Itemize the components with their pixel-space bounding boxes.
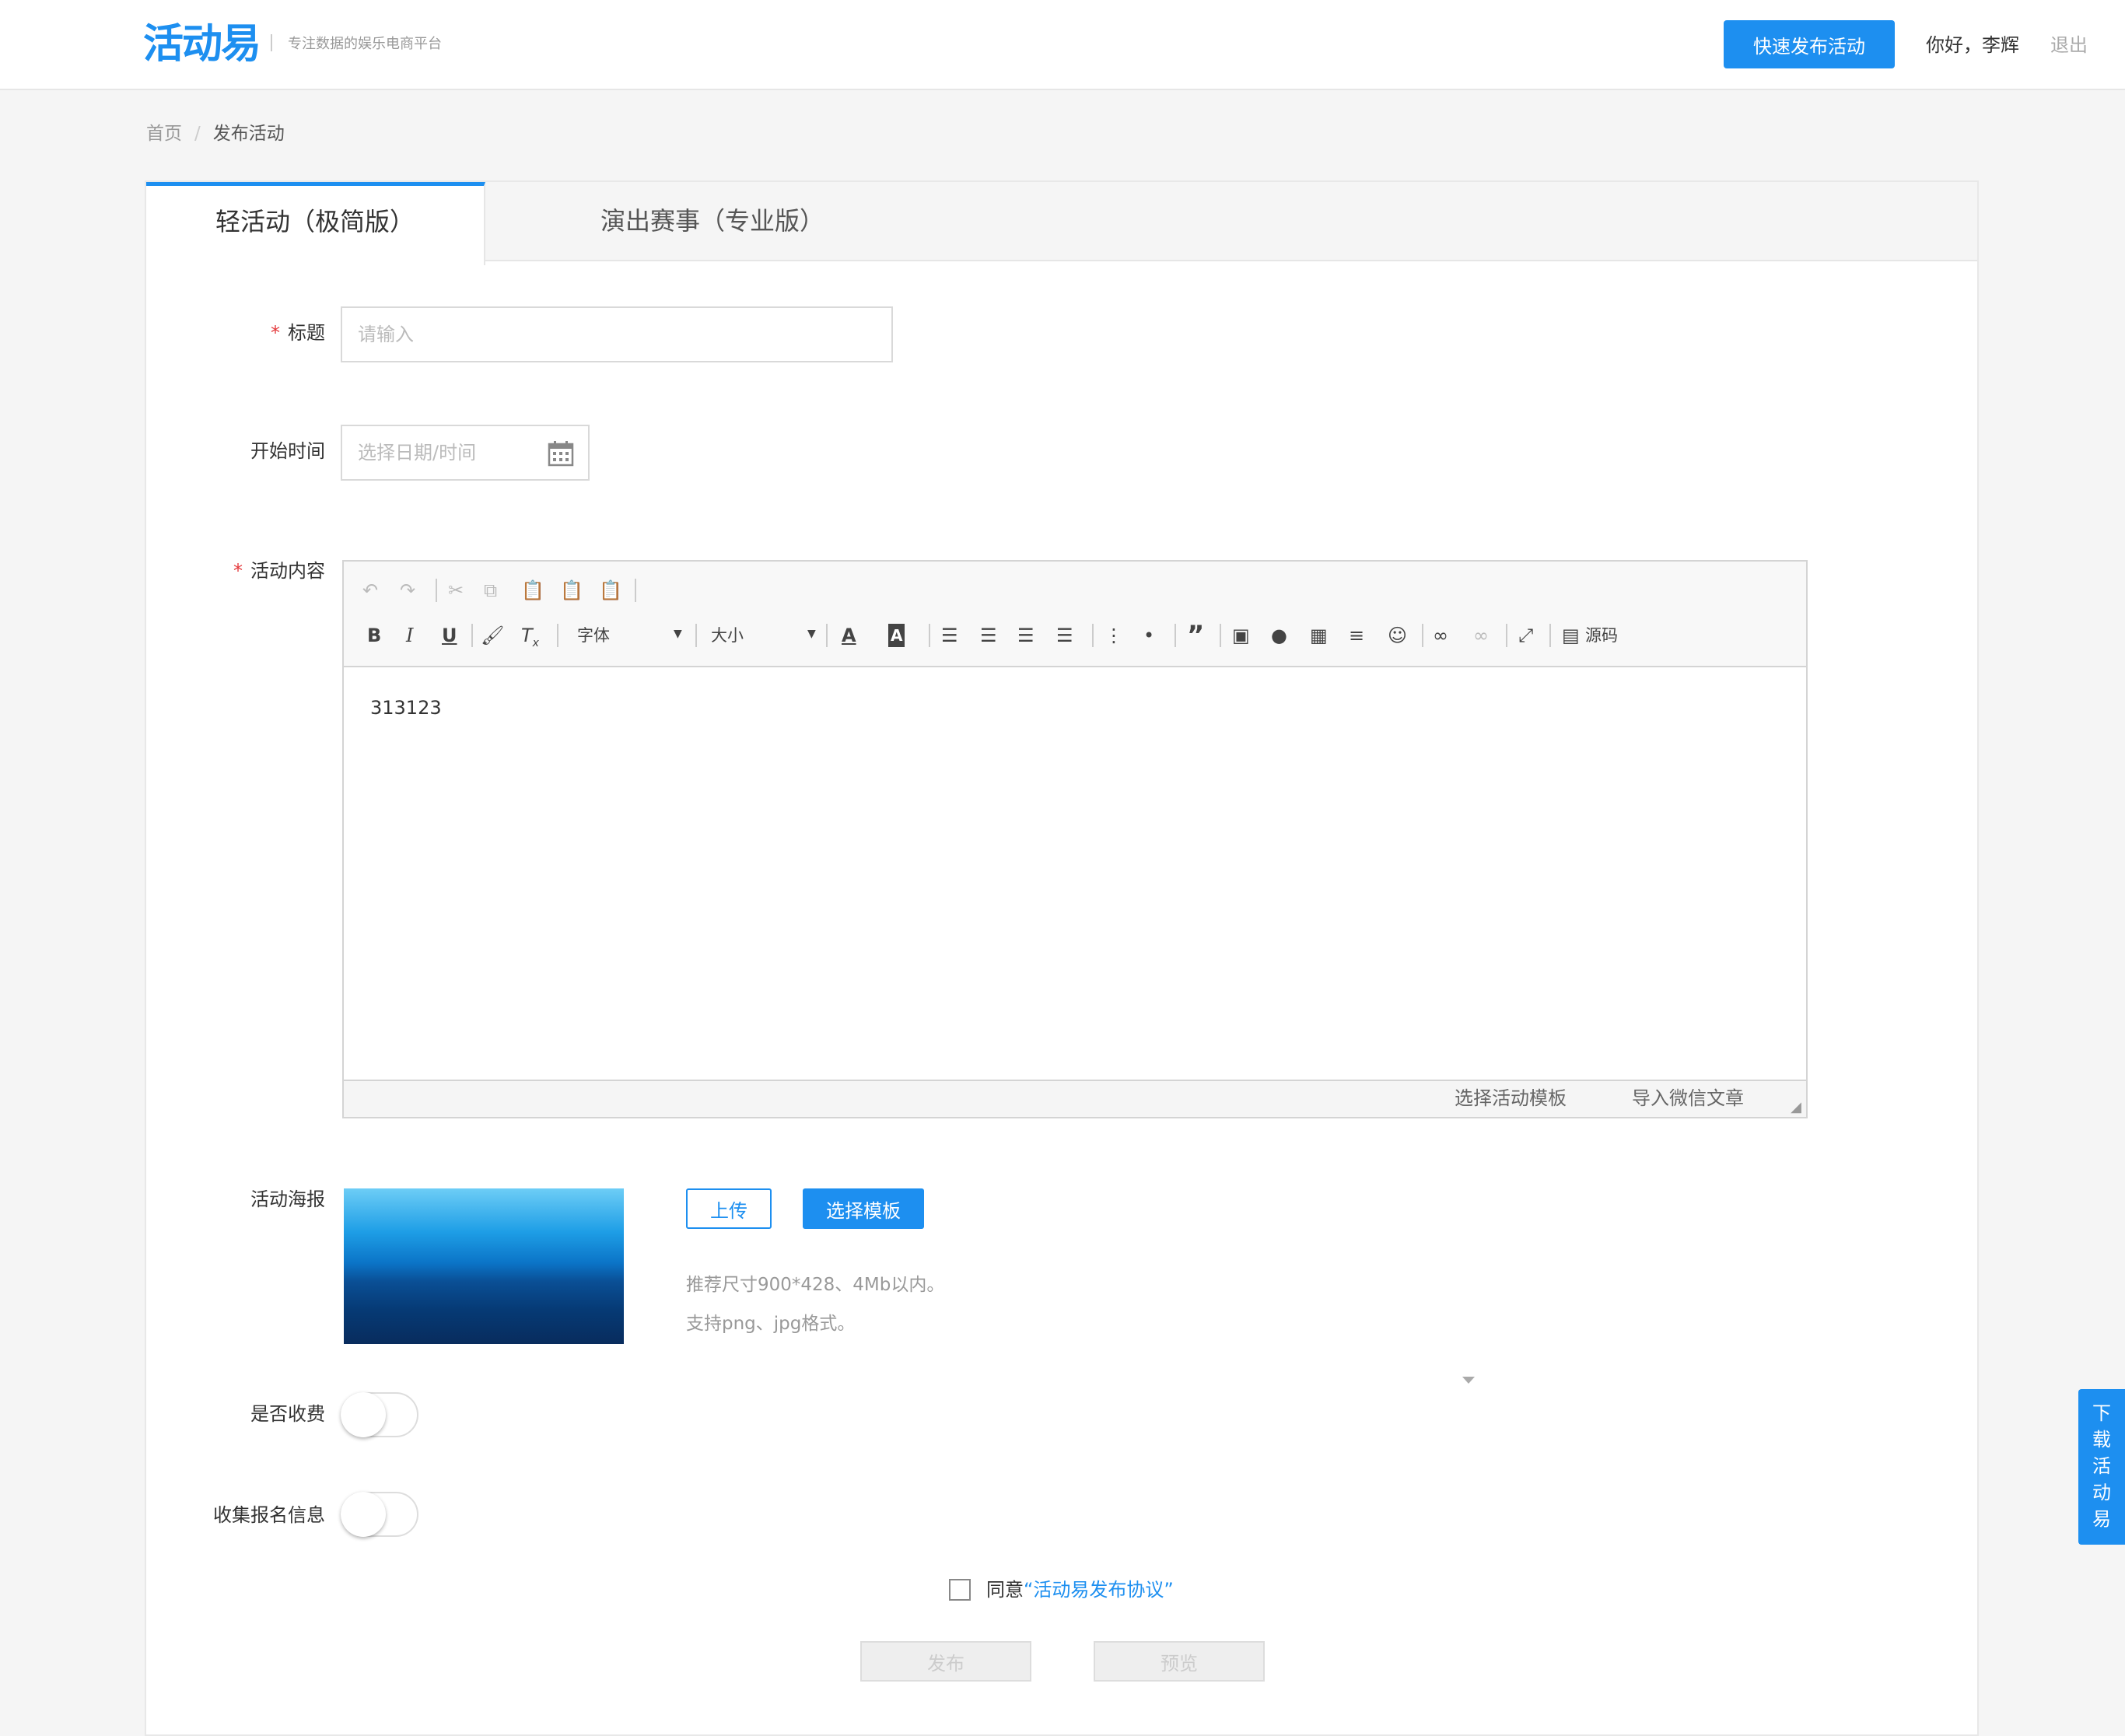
font-color-icon[interactable]: A bbox=[842, 624, 856, 647]
choose-template-button[interactable]: 选择模板 bbox=[803, 1188, 924, 1229]
publish-button[interactable]: 发布 bbox=[860, 1641, 1031, 1682]
undo-icon[interactable]: ↶ bbox=[362, 579, 378, 602]
background-color-icon[interactable]: A bbox=[888, 624, 905, 647]
copy-icon[interactable]: ⧉ bbox=[484, 579, 497, 602]
ordered-list-icon[interactable]: ⋮ bbox=[1105, 624, 1123, 647]
horizontal-line-icon[interactable]: ≡ bbox=[1349, 624, 1364, 647]
clear-format-icon[interactable]: Tx bbox=[521, 624, 539, 655]
fee-label: 是否收费 bbox=[250, 1403, 325, 1425]
agreement-checkbox[interactable] bbox=[949, 1579, 971, 1601]
tab-performance-event[interactable]: 演出赛事（专业版） bbox=[484, 182, 941, 260]
toggle-knob bbox=[341, 1492, 386, 1537]
align-left-icon[interactable]: ☰ bbox=[941, 624, 958, 647]
agreement-link[interactable]: “活动易发布协议” bbox=[1024, 1579, 1174, 1601]
flash-icon[interactable]: ● bbox=[1271, 624, 1287, 647]
bold-icon[interactable]: B bbox=[367, 624, 381, 647]
title-label: * 标题 bbox=[271, 322, 325, 344]
bullet-list-icon[interactable]: • bbox=[1143, 624, 1154, 647]
paste-icon[interactable]: 📋 bbox=[521, 579, 544, 602]
preview-button[interactable]: 预览 bbox=[1094, 1641, 1265, 1682]
tab-bar: 轻活动（极简版） 演出赛事（专业版） bbox=[146, 182, 1977, 265]
logo-divider bbox=[271, 34, 272, 51]
poster-size-hint: 推荐尺寸900*428、4Mb以内。 bbox=[686, 1275, 945, 1295]
collect-info-toggle[interactable] bbox=[341, 1492, 418, 1537]
paste-text-icon[interactable]: 📋 bbox=[560, 579, 583, 602]
rich-text-editor: ↶ ↷ ✂ ⧉ 📋 📋 📋 B I U 🖌 Tx 字体 ▼ 大小 ▼ A A ☰… bbox=[342, 560, 1808, 1118]
chevron-down-icon: ▼ bbox=[807, 628, 816, 640]
collect-info-label: 收集报名信息 bbox=[213, 1504, 325, 1526]
slogan: 专注数据的娱乐电商平台 bbox=[288, 36, 442, 52]
toggle-knob bbox=[341, 1392, 386, 1437]
choose-activity-template-link[interactable]: 选择活动模板 bbox=[1455, 1086, 1567, 1111]
cut-icon[interactable]: ✂ bbox=[448, 579, 464, 602]
start-time-label: 开始时间 bbox=[250, 440, 325, 462]
user-greeting: 你好，李辉 bbox=[1926, 34, 2019, 56]
font-family-select[interactable]: 字体 bbox=[577, 624, 610, 647]
title-input[interactable]: 请输入 bbox=[341, 306, 893, 362]
unlink-icon[interactable]: ∞ bbox=[1473, 624, 1489, 647]
download-app-label: 下载活动易 bbox=[2092, 1402, 2111, 1530]
underline-icon[interactable]: U bbox=[442, 624, 457, 647]
breadcrumb-home[interactable]: 首页 bbox=[146, 124, 182, 144]
download-app-tab[interactable]: 下载活动易 bbox=[2078, 1389, 2125, 1545]
redo-icon[interactable]: ↷ bbox=[400, 579, 415, 602]
fee-toggle[interactable] bbox=[341, 1392, 418, 1437]
link-icon[interactable]: ∞ bbox=[1433, 624, 1448, 647]
paste-word-icon[interactable]: 📋 bbox=[599, 579, 622, 602]
resize-handle-icon[interactable]: ◢ bbox=[1791, 1099, 1801, 1115]
align-right-icon[interactable]: ☰ bbox=[1017, 624, 1034, 647]
required-mark: * bbox=[271, 322, 280, 344]
content-label: * 活动内容 bbox=[233, 560, 325, 582]
quick-publish-button[interactable]: 快速发布活动 bbox=[1724, 20, 1895, 68]
chevron-down-icon: ▼ bbox=[674, 628, 682, 640]
start-time-input[interactable]: 选择日期/时间 bbox=[341, 425, 590, 481]
italic-icon[interactable]: I bbox=[406, 624, 413, 647]
tab-light-activity[interactable]: 轻活动（极简版） bbox=[146, 182, 485, 265]
blockquote-icon[interactable]: ” bbox=[1187, 622, 1204, 649]
logout-link[interactable]: 退出 bbox=[2050, 33, 2088, 58]
format-painter-icon[interactable]: 🖌 bbox=[481, 624, 504, 647]
import-wechat-article-link[interactable]: 导入微信文章 bbox=[1632, 1086, 1744, 1111]
emoji-icon[interactable]: ☺ bbox=[1388, 624, 1407, 647]
caret-down-icon bbox=[1462, 1377, 1475, 1384]
breadcrumb-separator: / bbox=[194, 124, 201, 144]
align-center-icon[interactable]: ☰ bbox=[980, 624, 997, 647]
poster-format-hint: 支持png、jpg格式。 bbox=[686, 1314, 856, 1334]
poster-image bbox=[344, 1188, 624, 1344]
source-code-icon[interactable]: ▤ bbox=[1562, 624, 1580, 647]
editor-footer: 选择活动模板 导入微信文章 ◢ bbox=[344, 1080, 1806, 1117]
breadcrumb: 首页 / 发布活动 bbox=[146, 121, 285, 146]
source-code-label[interactable]: 源码 bbox=[1585, 624, 1618, 647]
image-icon[interactable]: ▣ bbox=[1232, 624, 1250, 647]
breadcrumb-current: 发布活动 bbox=[212, 124, 285, 144]
align-justify-icon[interactable]: ☰ bbox=[1056, 624, 1073, 647]
table-icon[interactable]: ▦ bbox=[1310, 624, 1328, 647]
logo[interactable]: 活动易 bbox=[143, 17, 261, 72]
fullscreen-icon[interactable]: ⤢ bbox=[1518, 624, 1533, 647]
top-header: 活动易 专注数据的娱乐电商平台 快速发布活动 你好，李辉 退出 bbox=[0, 0, 2125, 90]
font-size-select[interactable]: 大小 bbox=[711, 624, 744, 647]
calendar-icon[interactable] bbox=[548, 440, 574, 467]
poster-label: 活动海报 bbox=[250, 1188, 325, 1210]
upload-button[interactable]: 上传 bbox=[686, 1188, 772, 1229]
agreement-text: 同意“活动易发布协议” bbox=[986, 1579, 1174, 1601]
editor-content[interactable]: 313123 bbox=[370, 697, 442, 719]
start-time-placeholder: 选择日期/时间 bbox=[358, 442, 477, 464]
editor-toolbar: ↶ ↷ ✂ ⧉ 📋 📋 📋 B I U 🖌 Tx 字体 ▼ 大小 ▼ A A ☰… bbox=[344, 562, 1806, 667]
